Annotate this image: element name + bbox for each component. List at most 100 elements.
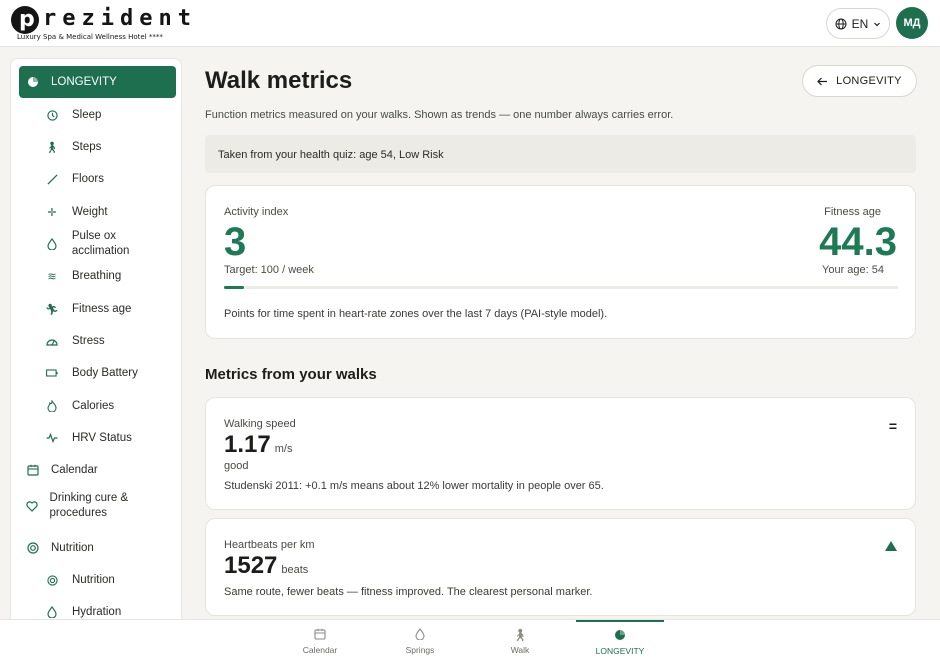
your-age: Your age: 54: [822, 264, 884, 276]
flame-icon: [44, 398, 60, 414]
sidebar-item-label: Nutrition: [72, 573, 115, 586]
sidebar-item-nutrition[interactable]: Nutrition: [19, 532, 176, 564]
fitness-age-label: Fitness age: [824, 206, 881, 218]
sidebar-item-breathing[interactable]: ≋ Breathing: [19, 260, 176, 292]
language-selector[interactable]: EN: [826, 8, 890, 39]
sidebar-item-label: Floors: [72, 172, 104, 185]
weight-icon: ✛: [47, 206, 57, 219]
bottom-nav-longevity[interactable]: LONGEVITY: [576, 620, 664, 661]
sidebar-item-steps[interactable]: 🚶︎ Steps: [19, 131, 176, 163]
gauge-icon: [44, 333, 60, 349]
drop-icon: [44, 604, 60, 619]
metric-label: Walking speed: [224, 418, 296, 430]
sidebar-item-label: Calories: [72, 399, 115, 412]
logo-mark: p: [11, 6, 39, 34]
avatar-initials: МД: [903, 17, 921, 29]
section-title: Metrics from your walks: [205, 366, 377, 383]
metric-unit: beats: [281, 564, 309, 576]
sidebar-item-pulse-ox[interactable]: Pulse ox acclimation: [19, 228, 176, 260]
runner-icon: 🏃︎: [45, 303, 59, 316]
walking-icon: 🚶︎: [45, 141, 59, 154]
battery-icon: [44, 365, 60, 381]
walking-speed-card[interactable]: Walking speed 1.17 m/s good Studenski 201…: [205, 397, 916, 510]
activity-index-card: Activity index 3 Target: 100 / week Fitn…: [205, 185, 916, 339]
activity-target: Target: 100 / week: [224, 264, 314, 276]
trend-up-icon: [885, 541, 897, 551]
pulse-icon: [44, 430, 60, 446]
drop-icon: [44, 236, 60, 252]
language-label: EN: [851, 16, 869, 31]
bottom-nav-label: Springs: [405, 644, 435, 655]
back-button[interactable]: LONGEVITY: [802, 65, 917, 97]
sidebar-item-label: Weight: [72, 205, 108, 218]
quiz-banner: Taken from your health quiz: age 54, Low…: [205, 135, 916, 173]
bottom-nav: Calendar Springs 🚶︎ Walk LONGEVITY: [0, 619, 940, 661]
bottom-nav-calendar[interactable]: Calendar: [276, 620, 364, 661]
sidebar-item-nutrition-sub[interactable]: Nutrition: [19, 564, 176, 596]
bottom-nav-label: LONGEVITY: [595, 645, 645, 656]
page-title: Walk metrics: [205, 67, 353, 94]
avatar[interactable]: МД: [896, 7, 928, 39]
sidebar-item-hrv-status[interactable]: HRV Status: [19, 422, 176, 454]
sidebar-item-calendar[interactable]: Calendar: [19, 454, 176, 486]
sidebar-item-label: Stress: [72, 334, 105, 347]
sidebar-item-fitness-age[interactable]: 🏃︎ Fitness age: [19, 293, 176, 325]
sidebar-item-sleep[interactable]: Sleep: [19, 99, 176, 131]
activity-index-label: Activity index: [224, 206, 289, 218]
sidebar-item-label: Calendar: [51, 463, 98, 476]
heart-icon: [25, 498, 40, 514]
target-icon: [44, 572, 60, 588]
sidebar-item-label: Drinking cure & procedures: [49, 492, 129, 519]
target-icon: [25, 540, 41, 556]
metric-value-row: 1527 beats: [224, 554, 308, 582]
longevity-icon: [25, 74, 41, 90]
logo-tagline: Luxury Spa & Medical Wellness Hotel ****: [17, 33, 163, 41]
metric-status: good: [224, 460, 249, 472]
sidebar-item-label: Hydration: [72, 605, 122, 618]
calendar-icon: [25, 462, 41, 478]
sidebar-item-stress[interactable]: Stress: [19, 325, 176, 357]
metric-value: 1527: [224, 552, 278, 579]
arrow-left-icon: [817, 77, 828, 85]
quiz-banner-text: Taken from your health quiz: age 54, Low…: [218, 149, 444, 161]
walking-icon: 🚶︎: [512, 627, 528, 642]
bottom-nav-label: Calendar: [302, 644, 338, 655]
brand-logo[interactable]: p rezident Luxury Spa & Medical Wellness…: [11, 6, 191, 42]
sidebar-item-body-battery[interactable]: Body Battery: [19, 357, 176, 389]
heartbeats-per-km-card[interactable]: Heartbeats per km 1527 beats Same route, …: [205, 518, 916, 616]
back-button-label: LONGEVITY: [836, 75, 902, 87]
longevity-icon: [614, 629, 626, 643]
sidebar-item-label: Breathing: [72, 269, 122, 282]
bottom-nav-label: Walk: [510, 644, 530, 655]
page-intro: Function metrics measured on your walks.…: [205, 109, 674, 121]
metric-unit: m/s: [274, 443, 293, 455]
sidebar-item-calories[interactable]: Calories: [19, 390, 176, 422]
bottom-nav-walk[interactable]: 🚶︎ Walk: [476, 620, 564, 661]
sidebar-item-label: Pulse ox acclimation: [71, 230, 130, 257]
activity-progress-fill: [224, 286, 245, 289]
drop-icon: [415, 627, 425, 642]
metric-value: 1.17: [224, 431, 271, 458]
logo-letter: p: [19, 7, 35, 32]
metric-note: Same route, fewer beats — fitness improv…: [224, 586, 593, 598]
clock-icon: [44, 107, 60, 123]
calendar-icon: [314, 628, 326, 642]
fitness-age-value: 44.3: [819, 220, 897, 264]
metric-label: Heartbeats per km: [224, 539, 315, 551]
sidebar-item-longevity[interactable]: LONGEVITY: [19, 66, 176, 98]
bottom-nav-springs[interactable]: Springs: [376, 620, 464, 661]
sidebar-item-floors[interactable]: Floors: [19, 163, 176, 195]
wind-icon: ≋: [47, 270, 57, 283]
sidebar: LONGEVITY Sleep 🚶︎ Steps Floors ✛ Weight…: [10, 58, 182, 620]
sidebar-item-hydration[interactable]: Hydration: [19, 596, 176, 619]
sidebar-item-drinking-cure[interactable]: Drinking cure & procedures: [19, 486, 176, 526]
activity-progress-bar: [224, 286, 898, 289]
sidebar-item-label: Fitness age: [72, 302, 132, 315]
stairs-icon: [44, 171, 60, 187]
sidebar-item-weight[interactable]: ✛ Weight: [19, 196, 176, 228]
top-bar: p rezident Luxury Spa & Medical Wellness…: [0, 0, 940, 47]
logo-wordmark: rezident: [43, 6, 197, 31]
metric-note: Studenski 2011: +0.1 m/s means about 12%…: [224, 480, 604, 492]
sidebar-item-label: LONGEVITY: [51, 75, 117, 88]
metric-value-row: 1.17 m/s: [224, 433, 292, 461]
